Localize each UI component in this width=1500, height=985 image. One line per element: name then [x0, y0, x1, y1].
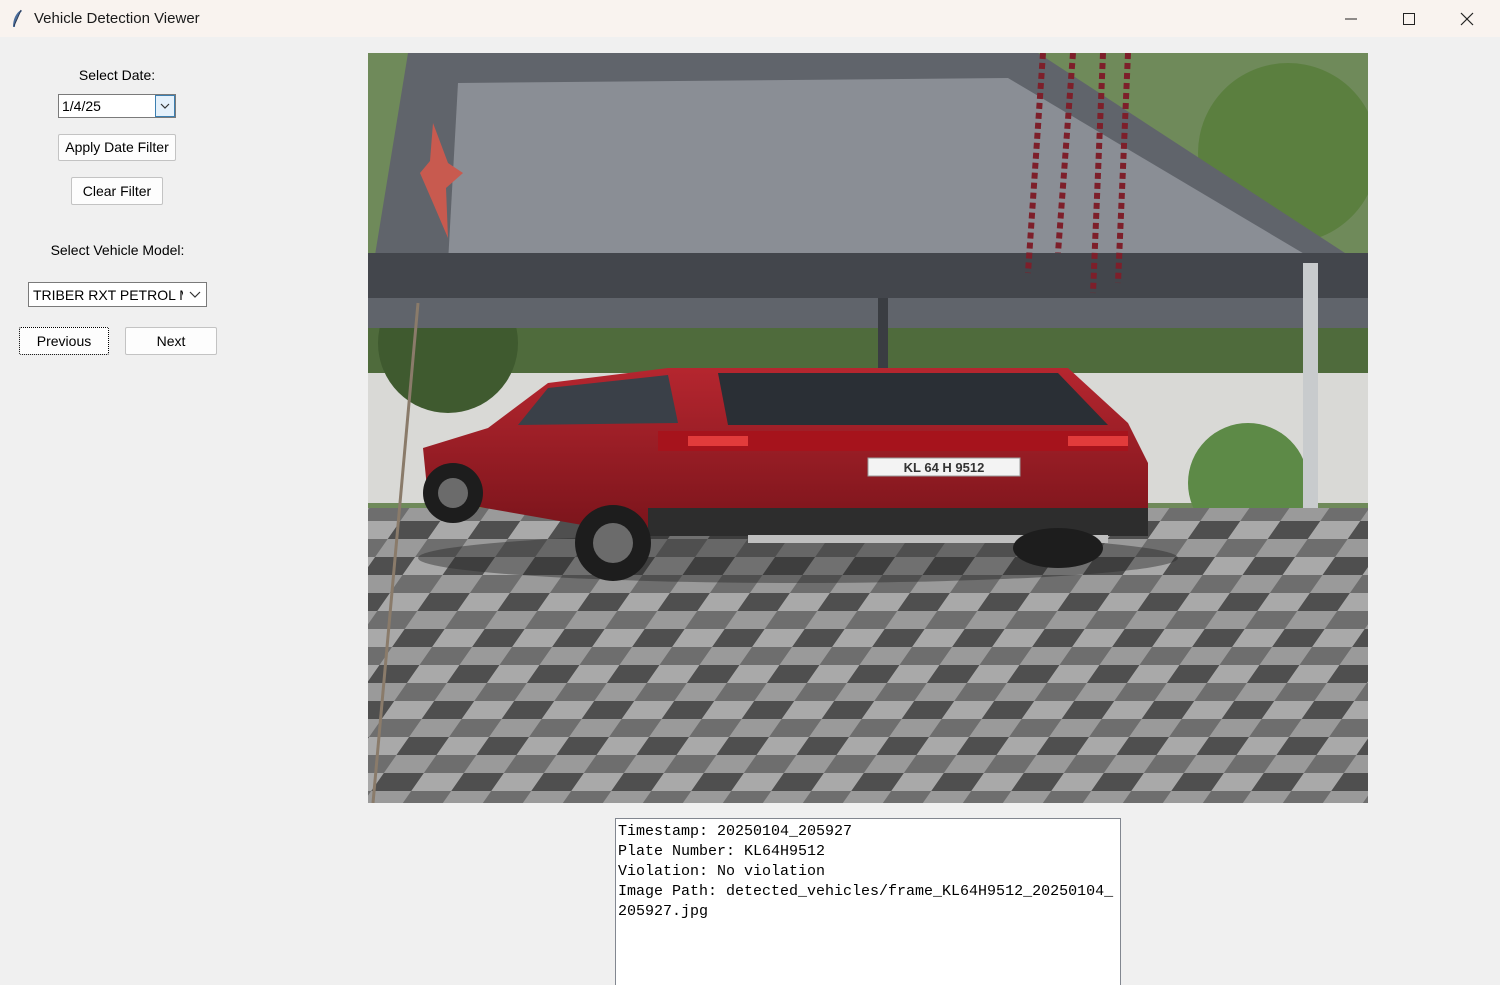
vehicle-model-value: TRIBER RXT PETROL MT [33, 287, 183, 303]
vehicle-model-select[interactable]: TRIBER RXT PETROL MT [28, 282, 207, 307]
apply-date-filter-button[interactable]: Apply Date Filter [58, 134, 176, 161]
license-plate-text: KL 64 H 9512 [904, 460, 985, 475]
vehicle-details-textbox[interactable]: Timestamp: 20250104_205927 Plate Number:… [615, 818, 1121, 985]
feather-icon [13, 9, 22, 27]
clear-filter-button[interactable]: Clear Filter [71, 177, 163, 205]
title-bar: Vehicle Detection Viewer [0, 0, 1500, 37]
close-icon [1460, 12, 1474, 26]
maximize-button[interactable] [1380, 0, 1438, 37]
window-title: Vehicle Detection Viewer [34, 10, 200, 27]
chevron-down-icon [160, 103, 170, 109]
minimize-button[interactable] [1322, 0, 1380, 37]
vehicle-photo: KL 64 H 9512 [368, 53, 1368, 803]
vehicle-model-label: Select Vehicle Model: [50, 242, 185, 258]
maximize-icon [1403, 13, 1415, 25]
previous-button[interactable]: Previous [19, 327, 109, 355]
next-button[interactable]: Next [125, 327, 217, 355]
date-label: Select Date: [78, 67, 156, 83]
close-button[interactable] [1438, 0, 1496, 37]
chevron-down-icon [189, 291, 201, 298]
date-value: 1/4/25 [62, 98, 101, 114]
minimize-icon [1345, 18, 1357, 20]
date-picker[interactable]: 1/4/25 [58, 94, 176, 118]
date-dropdown-button[interactable] [155, 95, 175, 117]
